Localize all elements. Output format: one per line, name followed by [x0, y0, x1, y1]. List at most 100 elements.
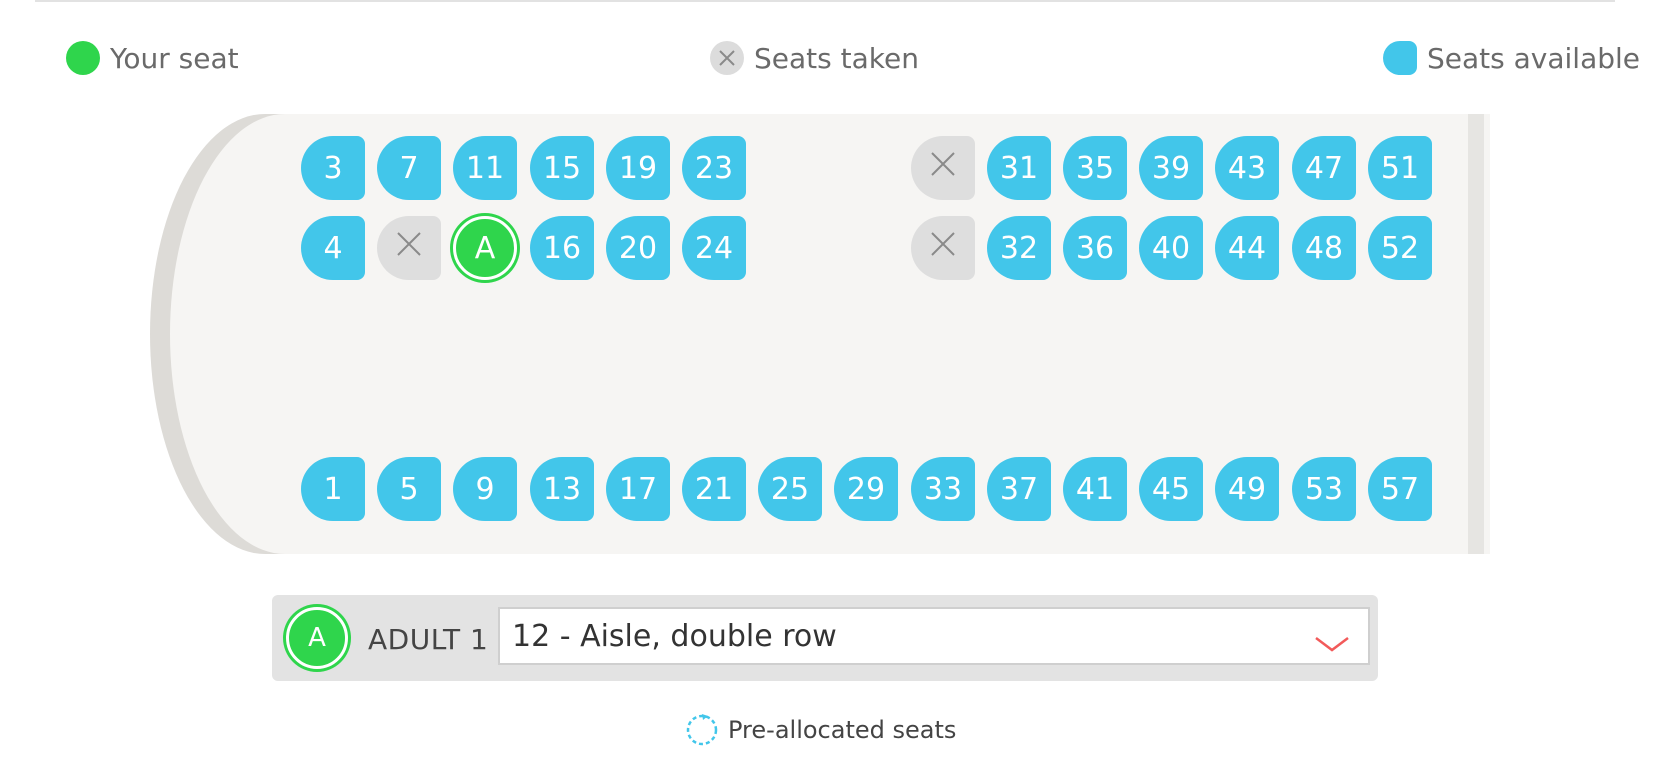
seat-3[interactable]: 3	[301, 136, 365, 200]
legend-your-seat: Your seat	[66, 38, 239, 78]
seat-number: 15	[542, 150, 582, 186]
seat-13[interactable]: 13	[530, 457, 594, 521]
seat-52[interactable]: 52	[1368, 216, 1432, 280]
close-icon	[928, 149, 958, 187]
seat-selected-label: A	[474, 230, 496, 266]
refresh-icon	[684, 712, 720, 748]
legend-seats-taken-label: Seats taken	[754, 41, 919, 75]
seat-number: 45	[1151, 471, 1191, 507]
seat-36[interactable]: 36	[1063, 216, 1127, 280]
seat-1[interactable]: 1	[301, 457, 365, 521]
seat-taken	[911, 216, 975, 280]
seat-number: 41	[1075, 471, 1115, 507]
seat-number: 1	[323, 471, 343, 507]
passenger-seat-bar: A ADULT 1 12 - Aisle, double row	[272, 595, 1378, 681]
seat-41[interactable]: 41	[1063, 457, 1127, 521]
seat-7[interactable]: 7	[377, 136, 441, 200]
seat-24[interactable]: 24	[682, 216, 746, 280]
seat-select-dropdown[interactable]: 12 - Aisle, double row	[498, 607, 1370, 665]
seat-number: 20	[618, 230, 658, 266]
seat-5[interactable]: 5	[377, 457, 441, 521]
chevron-down-icon	[1314, 627, 1350, 652]
seat-11[interactable]: 11	[453, 136, 517, 200]
seat-number: 47	[1304, 150, 1344, 186]
pre-allocated-seats-link[interactable]: Pre-allocated seats	[684, 712, 956, 748]
seat-number: 35	[1075, 150, 1115, 186]
seat-43[interactable]: 43	[1215, 136, 1279, 200]
seat-number: 37	[999, 471, 1039, 507]
seat-25[interactable]: 25	[758, 457, 822, 521]
legend-seats-available: Seats available	[1383, 38, 1640, 78]
seat-47[interactable]: 47	[1292, 136, 1356, 200]
seat-33[interactable]: 33	[911, 457, 975, 521]
close-icon	[394, 229, 424, 267]
seat-number: 32	[999, 230, 1039, 266]
seat-31[interactable]: 31	[987, 136, 1051, 200]
close-icon	[928, 229, 958, 267]
seat-number: 53	[1304, 471, 1344, 507]
seat-number: 4	[323, 230, 343, 266]
seat-number: 21	[694, 471, 734, 507]
seat-40[interactable]: 40	[1139, 216, 1203, 280]
seat-44[interactable]: 44	[1215, 216, 1279, 280]
seat-35[interactable]: 35	[1063, 136, 1127, 200]
seat-number: 16	[542, 230, 582, 266]
seat-number: 43	[1227, 150, 1267, 186]
seat-number: 39	[1151, 150, 1191, 186]
seat-23[interactable]: 23	[682, 136, 746, 200]
seat-number: 17	[618, 471, 658, 507]
seat-number: 36	[1075, 230, 1115, 266]
seat-51[interactable]: 51	[1368, 136, 1432, 200]
seat-number: 25	[770, 471, 810, 507]
legend-seats-taken: Seats taken	[710, 38, 919, 78]
seat-57[interactable]: 57	[1368, 457, 1432, 521]
seat-21[interactable]: 21	[682, 457, 746, 521]
seat-32[interactable]: 32	[987, 216, 1051, 280]
seat-number: 9	[475, 471, 495, 507]
seat-taken	[911, 136, 975, 200]
legend-your-seat-label: Your seat	[110, 41, 239, 75]
seat-taken	[377, 216, 441, 280]
seat-select-value: 12 - Aisle, double row	[512, 618, 837, 654]
pre-allocated-seats-label: Pre-allocated seats	[728, 716, 957, 744]
seat-45[interactable]: 45	[1139, 457, 1203, 521]
your-seat-swatch	[66, 41, 100, 75]
seat-4[interactable]: 4	[301, 216, 365, 280]
seat-9[interactable]: 9	[453, 457, 517, 521]
seat-number: 52	[1380, 230, 1420, 266]
legend-seats-available-label: Seats available	[1427, 41, 1641, 75]
seat-39[interactable]: 39	[1139, 136, 1203, 200]
seat-number: 44	[1227, 230, 1267, 266]
seat-selected[interactable]: A	[453, 216, 517, 280]
passenger-label: ADULT 1	[368, 623, 489, 656]
seat-53[interactable]: 53	[1292, 457, 1356, 521]
seat-48[interactable]: 48	[1292, 216, 1356, 280]
seat-number: 13	[542, 471, 582, 507]
seat-number: 29	[846, 471, 886, 507]
seat-number: 57	[1380, 471, 1420, 507]
seat-number: 3	[323, 150, 343, 186]
seat-number: 48	[1304, 230, 1344, 266]
seat-19[interactable]: 19	[606, 136, 670, 200]
seat-number: 40	[1151, 230, 1191, 266]
top-divider	[35, 0, 1615, 2]
passenger-badge: A	[286, 607, 348, 669]
coach-end-wall	[1468, 114, 1484, 554]
available-seat-swatch	[1383, 41, 1417, 75]
seat-17[interactable]: 17	[606, 457, 670, 521]
seat-number: 24	[694, 230, 734, 266]
seat-49[interactable]: 49	[1215, 457, 1279, 521]
seat-number: 49	[1227, 471, 1267, 507]
seat-15[interactable]: 15	[530, 136, 594, 200]
seat-29[interactable]: 29	[834, 457, 898, 521]
seat-16[interactable]: 16	[530, 216, 594, 280]
seat-number: 33	[923, 471, 963, 507]
seat-number: 7	[399, 150, 419, 186]
seat-number: 31	[999, 150, 1039, 186]
seat-number: 19	[618, 150, 658, 186]
seat-20[interactable]: 20	[606, 216, 670, 280]
seat-37[interactable]: 37	[987, 457, 1051, 521]
close-icon	[710, 41, 744, 75]
seat-number: 5	[399, 471, 419, 507]
seat-number: 51	[1380, 150, 1420, 186]
